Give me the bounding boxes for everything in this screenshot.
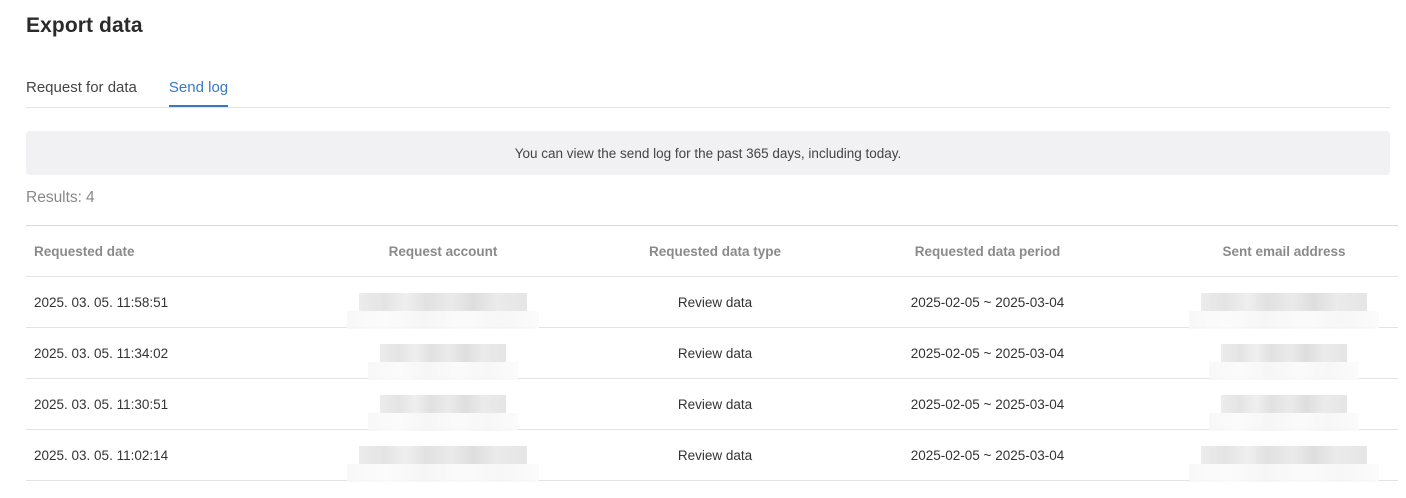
cell-requested-date: 2025. 03. 05. 11:58:51 xyxy=(26,276,261,328)
cell-sent-email-address xyxy=(1170,429,1398,482)
cell-requested-date: 2025. 03. 05. 11:02:14 xyxy=(26,429,261,481)
cell-request-account xyxy=(261,327,625,380)
notice-text: You can view the send log for the past 3… xyxy=(514,145,902,161)
cell-requested-data-type: Review data xyxy=(625,276,805,328)
redacted-email xyxy=(1209,395,1359,431)
redacted-email xyxy=(1209,344,1359,380)
header-requested-data-period: Requested data period xyxy=(805,225,1170,277)
cell-requested-data-period: 2025-02-05 ~ 2025-03-04 xyxy=(805,429,1170,481)
cell-request-account xyxy=(261,378,625,431)
export-data-page: Export data Request for data Send log Yo… xyxy=(0,0,1406,498)
cell-request-account xyxy=(261,429,625,482)
cell-requested-data-type: Review data xyxy=(625,378,805,430)
redacted-email xyxy=(1189,293,1379,329)
table-row: 2025. 03. 05. 11:58:51 Review data 2025-… xyxy=(26,276,1398,329)
results-count: 4 xyxy=(86,189,95,206)
header-requested-date: Requested date xyxy=(26,225,261,277)
redacted-account xyxy=(368,395,518,431)
info-notice: You can view the send log for the past 3… xyxy=(26,131,1390,175)
redacted-account xyxy=(368,344,518,380)
header-sent-email-address: Sent email address xyxy=(1170,225,1398,277)
table-header-row: Requested date Request account Requested… xyxy=(26,225,1398,277)
cell-requested-data-type: Review data xyxy=(625,327,805,379)
cell-sent-email-address xyxy=(1170,327,1398,380)
table-row: 2025. 03. 05. 11:34:02 Review data 2025-… xyxy=(26,327,1398,380)
header-requested-data-type: Requested data type xyxy=(625,225,805,277)
tab-bar: Request for data Send log xyxy=(26,74,1390,108)
header-request-account: Request account xyxy=(261,225,625,277)
cell-requested-data-period: 2025-02-05 ~ 2025-03-04 xyxy=(805,378,1170,430)
cell-request-account xyxy=(261,276,625,329)
cell-requested-data-period: 2025-02-05 ~ 2025-03-04 xyxy=(805,327,1170,379)
cell-requested-date: 2025. 03. 05. 11:34:02 xyxy=(26,327,261,379)
cell-sent-email-address xyxy=(1170,276,1398,329)
cell-requested-data-type: Review data xyxy=(625,429,805,481)
cell-requested-date: 2025. 03. 05. 11:30:51 xyxy=(26,378,261,430)
tab-request-for-data[interactable]: Request for data xyxy=(26,74,137,106)
cell-sent-email-address xyxy=(1170,378,1398,431)
redacted-email xyxy=(1189,446,1379,482)
redacted-account xyxy=(347,293,539,329)
cell-requested-data-period: 2025-02-05 ~ 2025-03-04 xyxy=(805,276,1170,328)
tab-send-log[interactable]: Send log xyxy=(168,74,229,107)
send-log-table: Requested date Request account Requested… xyxy=(26,225,1398,482)
table-row: 2025. 03. 05. 11:30:51 Review data 2025-… xyxy=(26,378,1398,431)
results-summary: Results: 4 xyxy=(26,189,95,207)
redacted-account xyxy=(347,446,539,482)
results-label: Results: xyxy=(26,189,82,206)
table-row: 2025. 03. 05. 11:02:14 Review data 2025-… xyxy=(26,429,1398,482)
page-title: Export data xyxy=(26,14,143,37)
